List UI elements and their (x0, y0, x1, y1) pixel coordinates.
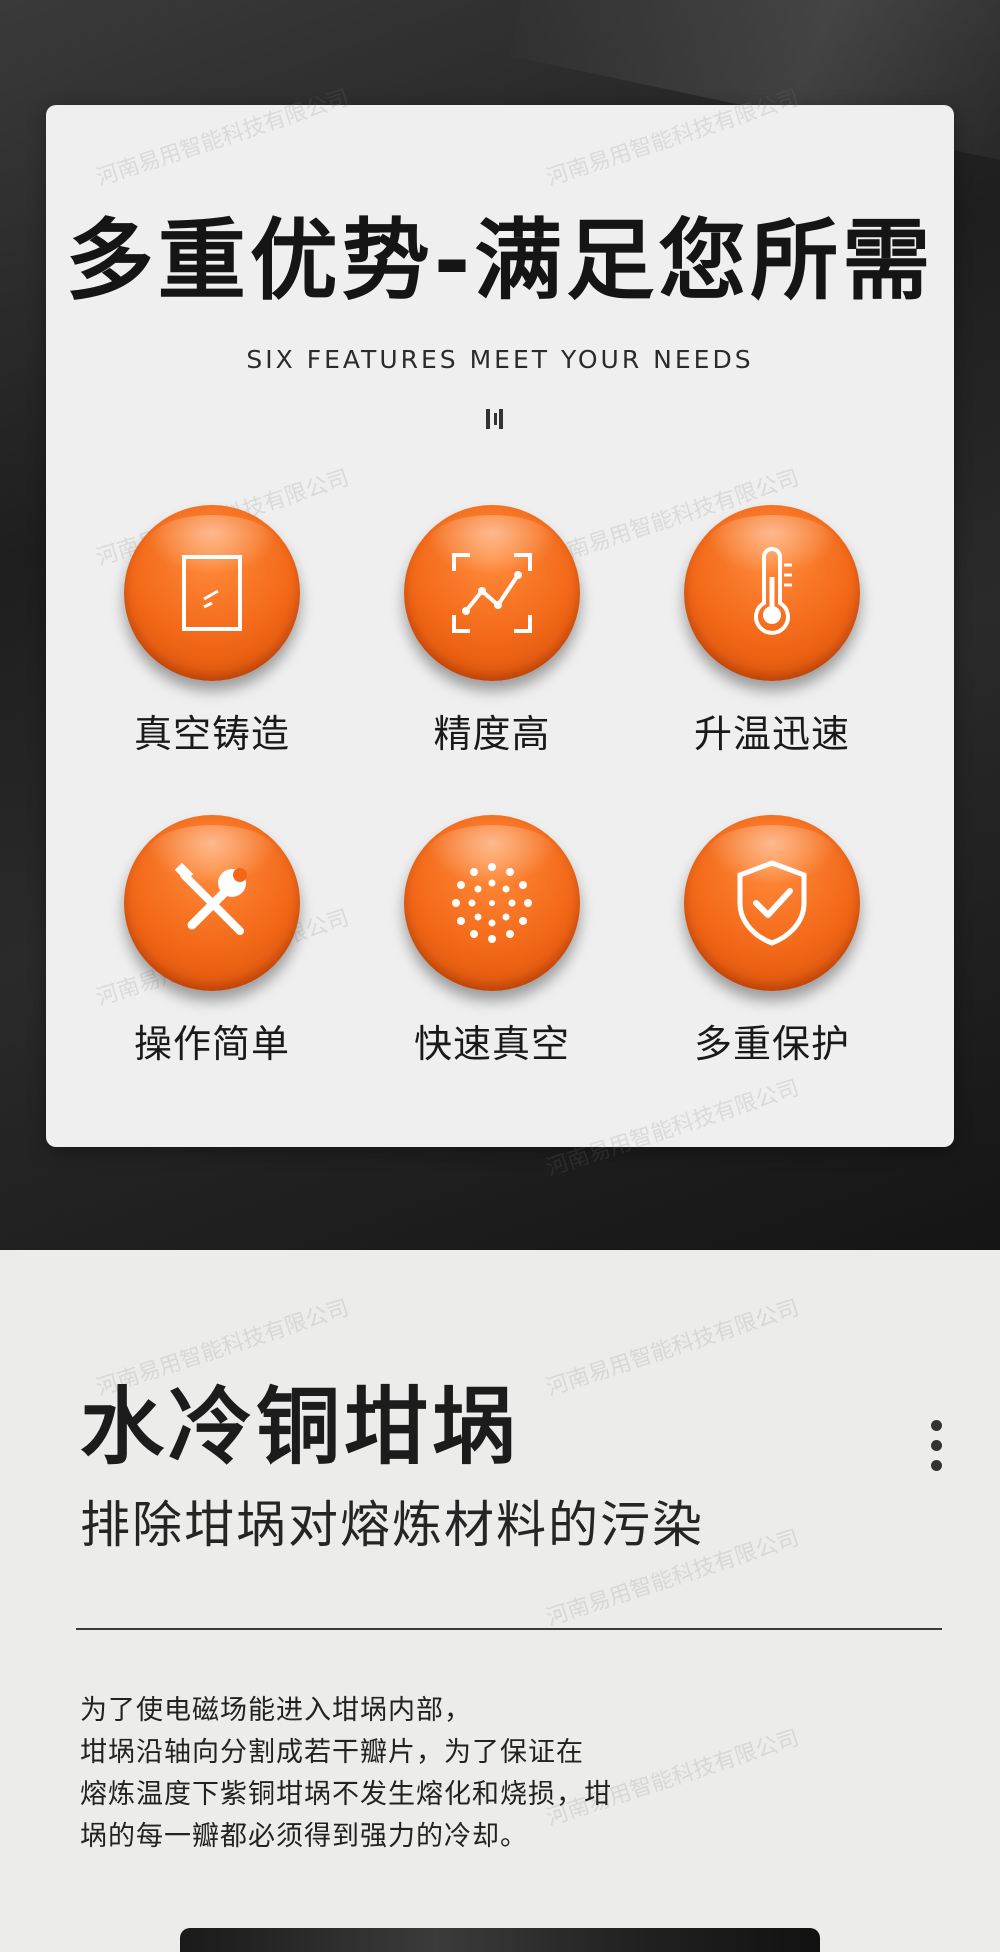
chart-scan-icon (452, 553, 532, 633)
frame-icon (182, 555, 242, 631)
feature-label: 真空铸造 (133, 712, 290, 756)
description-line: 为了使电磁场能进入坩埚内部， (80, 1695, 472, 1726)
divider-mark-icon (486, 409, 503, 429)
feature-label: 精度高 (433, 712, 551, 756)
feature-rapid-vacuum: 快速真空 (362, 815, 622, 1068)
tools-icon (174, 862, 247, 935)
section-subtitle: 排除坩埚对熔炼材料的污染 (80, 1496, 704, 1554)
page-subtitle: SIX FEATURES MEET YOUR NEEDS (246, 345, 754, 374)
section-divider (76, 1628, 942, 1630)
more-vertical-icon[interactable] (926, 1420, 946, 1478)
feature-high-precision: 精度高 (362, 505, 622, 758)
feature-easy-operation: 操作简单 (82, 815, 342, 1068)
description-line: 熔炼温度下紫铜坩埚不发生熔化和烧损，坩 (80, 1779, 612, 1810)
feature-badge (684, 505, 860, 681)
page-title: 多重优势-满足您所需 (65, 209, 935, 312)
section-title: 水冷铜坩埚 (80, 1378, 521, 1476)
feature-badge (684, 815, 860, 991)
feature-badge (404, 505, 580, 681)
shield-check-icon (737, 860, 807, 946)
product-photo (180, 1928, 820, 1952)
feature-badge (404, 815, 580, 991)
thermometer-icon (754, 547, 792, 635)
description-line: 坩埚沿轴向分割成若干瓣片，为了保证在 (80, 1737, 584, 1768)
feature-label: 多重保护 (693, 1022, 850, 1066)
feature-label: 快速真空 (413, 1022, 570, 1066)
feature-multiple-protection: 多重保护 (642, 815, 902, 1068)
dots-circle-icon (452, 863, 532, 943)
feature-badge (124, 815, 300, 991)
feature-fast-heating: 升温迅速 (642, 505, 902, 758)
section-description: 为了使电磁场能进入坩埚内部， 坩埚沿轴向分割成若干瓣片，为了保证在 熔炼温度下紫… (80, 1690, 840, 1858)
dot (930, 1440, 942, 1451)
dot (930, 1420, 942, 1431)
description-line: 埚的每一瓣都必须得到强力的冷却。 (80, 1821, 528, 1852)
feature-label: 升温迅速 (693, 712, 850, 756)
feature-label: 操作简单 (133, 1022, 290, 1066)
feature-vacuum-casting: 真空铸造 (82, 505, 342, 758)
dot (930, 1460, 942, 1471)
feature-badge (124, 505, 300, 681)
